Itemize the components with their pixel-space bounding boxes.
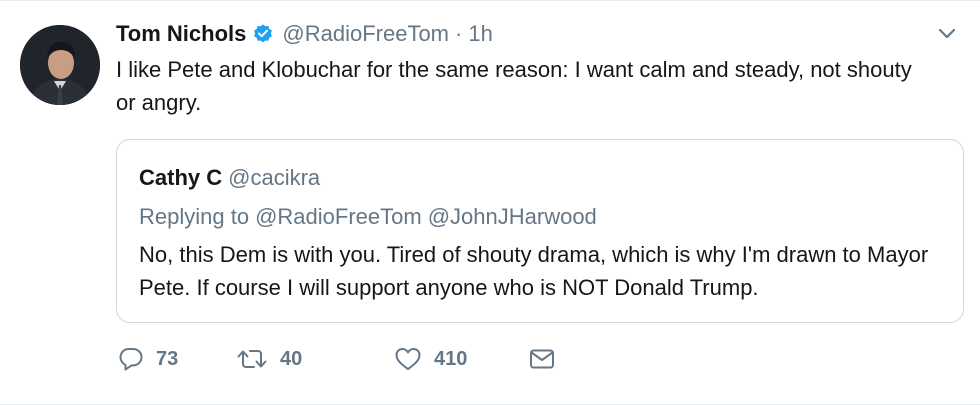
tweet-header: Tom Nichols @RadioFreeTom · 1h	[116, 19, 493, 49]
heart-icon	[395, 348, 421, 370]
retweet-button[interactable]: 40	[236, 346, 394, 372]
replying-to-label: Replying to	[139, 204, 250, 229]
quoted-header: Cathy C @cacikra	[139, 164, 320, 192]
avatar-photo	[20, 25, 100, 105]
reply-icon	[119, 348, 143, 371]
direct-message-button[interactable]	[528, 346, 556, 372]
replying-to-line: Replying to @RadioFreeTom @JohnJHarwood	[139, 202, 597, 232]
reply-count: 73	[156, 347, 179, 370]
quoted-author-handle: @cacikra	[228, 165, 321, 190]
avatar[interactable]	[20, 25, 100, 105]
separator-dot: ·	[455, 21, 463, 46]
retweet-count: 40	[280, 347, 303, 370]
tweet-actions: 73 40 410	[118, 341, 556, 377]
tweet-card[interactable]: Tom Nichols @RadioFreeTom · 1h I like Pe…	[0, 0, 980, 405]
author-handle[interactable]: @RadioFreeTom	[282, 21, 449, 47]
tweet-menu-button[interactable]	[934, 21, 960, 47]
quoted-tweet[interactable]: Cathy C @cacikra Replying to @RadioFreeT…	[116, 139, 964, 323]
reply-button[interactable]: 73	[118, 346, 236, 372]
like-button[interactable]: 410	[394, 346, 528, 372]
like-count: 410	[434, 347, 468, 370]
quoted-text: No, this Dem is with you. Tired of shout…	[139, 242, 929, 300]
reply-mention-johnjharwood[interactable]: @JohnJHarwood	[428, 204, 597, 230]
quoted-author-name: Cathy C	[139, 165, 223, 190]
retweet-icon	[237, 350, 267, 368]
chevron-down-icon	[938, 28, 956, 39]
verified-badge-icon	[254, 24, 273, 43]
tweet-timestamp[interactable]: 1h	[468, 21, 492, 47]
mail-icon	[530, 349, 554, 369]
reply-mention-radiofreetom[interactable]: @RadioFreeTom	[255, 204, 422, 230]
tweet-text: I like Pete and Klobuchar for the same r…	[116, 57, 918, 115]
author-name[interactable]: Tom Nichols	[116, 21, 246, 47]
